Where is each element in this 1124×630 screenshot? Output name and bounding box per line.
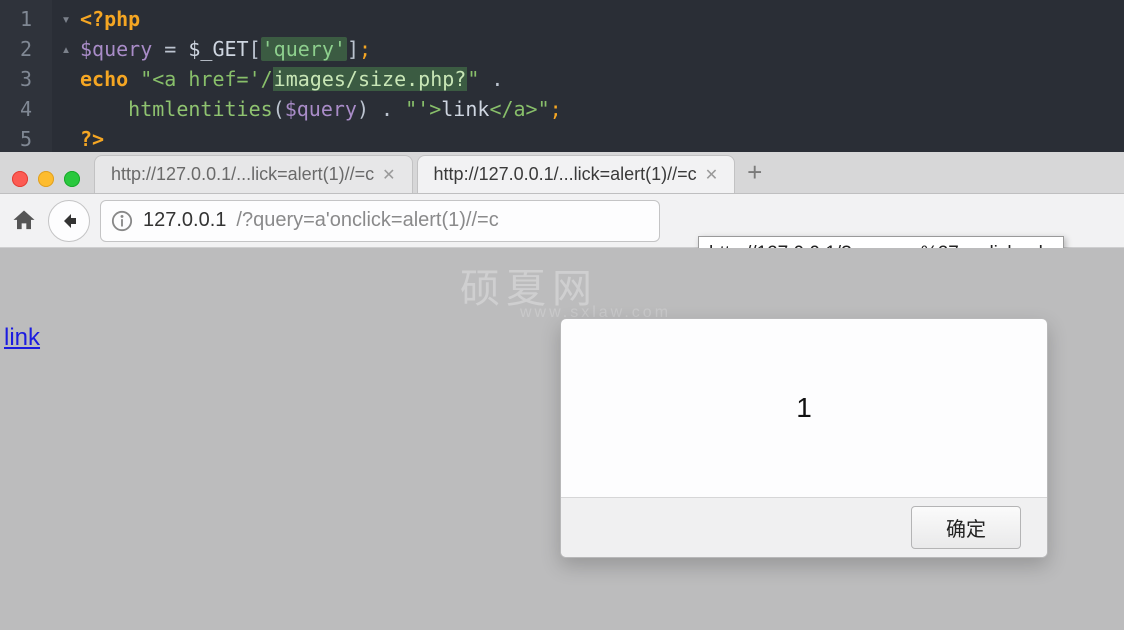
alert-message: 1: [561, 319, 1047, 497]
back-button[interactable]: [48, 200, 90, 242]
page-link[interactable]: link: [4, 324, 40, 352]
tab-bar: http://127.0.0.1/...lick=alert(1)//=c ✕ …: [0, 152, 1124, 194]
php-open-tag: <?php: [80, 7, 140, 31]
address-host: 127.0.0.1: [143, 209, 226, 232]
close-tab-icon[interactable]: ✕: [705, 165, 718, 185]
alert-footer: 确定: [561, 497, 1047, 557]
tab-title: http://127.0.0.1/...lick=alert(1)//=c: [434, 164, 697, 185]
close-window-button[interactable]: [12, 171, 28, 187]
zoom-window-button[interactable]: [64, 171, 80, 187]
line-number: 1: [0, 4, 52, 34]
close-tab-icon[interactable]: ✕: [382, 165, 395, 185]
code-area[interactable]: <?php $query = $_GET['query']; echo "<a …: [80, 0, 562, 152]
site-info-icon[interactable]: [111, 210, 133, 232]
fold-close-icon[interactable]: ▴: [52, 34, 80, 64]
tab-active[interactable]: http://127.0.0.1/...lick=alert(1)//=c ✕: [417, 155, 736, 193]
gutter: 1 2 3 4 5: [0, 0, 52, 152]
new-tab-button[interactable]: +: [735, 157, 774, 188]
window-controls: [6, 171, 90, 193]
fold-gutter: ▾ ▴: [52, 0, 80, 152]
browser-window: http://127.0.0.1/...lick=alert(1)//=c ✕ …: [0, 152, 1124, 630]
minimize-window-button[interactable]: [38, 171, 54, 187]
line-number: 2: [0, 34, 52, 64]
line-number: 5: [0, 124, 52, 154]
home-icon[interactable]: [10, 207, 38, 235]
address-path: /?query=a'onclick=alert(1)//=c: [236, 209, 498, 232]
alert-dialog: 1 确定: [560, 318, 1048, 558]
line-number: 3: [0, 64, 52, 94]
watermark: 硕夏网: [460, 256, 598, 314]
tab-inactive[interactable]: http://127.0.0.1/...lick=alert(1)//=c ✕: [94, 155, 413, 193]
code-editor: 1 2 3 4 5 ▾ ▴ <?php $query = $_GET['quer…: [0, 0, 1124, 152]
tab-title: http://127.0.0.1/...lick=alert(1)//=c: [111, 164, 374, 185]
php-close-tag: ?>: [80, 127, 104, 151]
address-bar[interactable]: 127.0.0.1 /?query=a'onclick=alert(1)//=c: [100, 200, 660, 242]
line-number: 4: [0, 94, 52, 124]
alert-ok-button[interactable]: 确定: [911, 506, 1021, 549]
fold-open-icon[interactable]: ▾: [52, 4, 80, 34]
page-content: 硕夏网 www.sxlaw.com link 1 确定: [0, 248, 1124, 630]
